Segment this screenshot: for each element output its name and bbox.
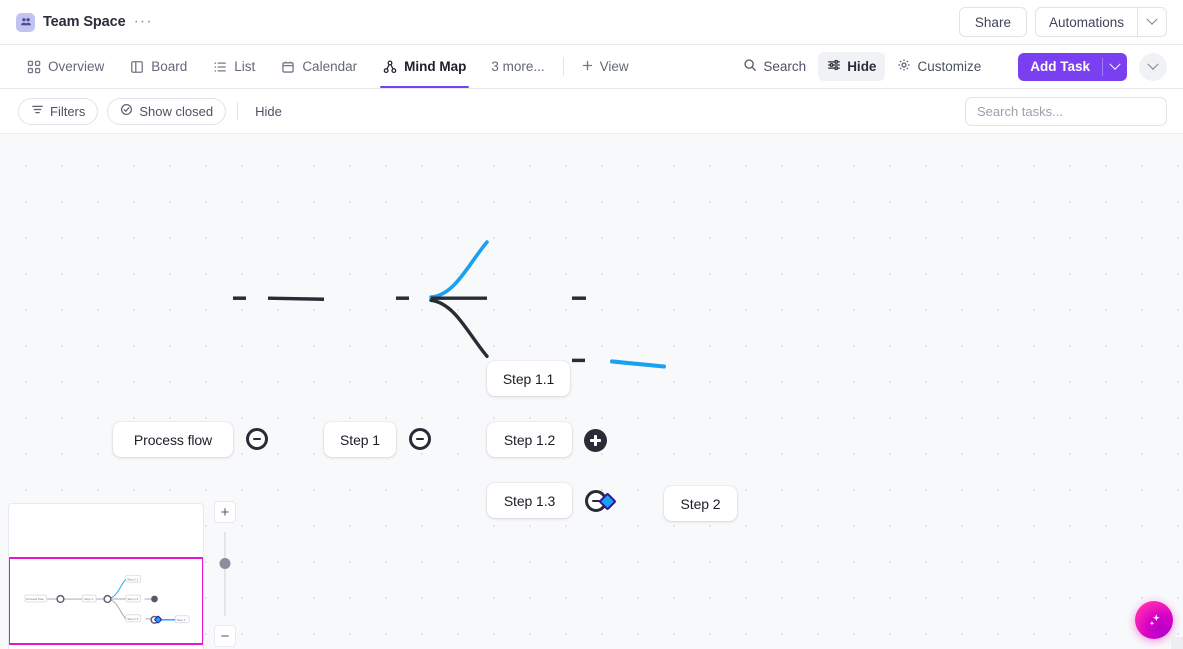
calendar-icon bbox=[281, 60, 295, 74]
app-window: Team Space ··· Share Automations Overvie… bbox=[0, 0, 1183, 649]
filter-icon bbox=[31, 103, 44, 119]
top-bar-actions: Share Automations bbox=[958, 7, 1167, 37]
minimap-controls: Process flow Step 1 Step 1.1 Step 1.2 St… bbox=[8, 501, 236, 649]
add-task-button[interactable]: Add Task bbox=[1018, 53, 1102, 81]
minus-icon bbox=[253, 437, 261, 441]
hide-fields-button[interactable]: Hide bbox=[818, 52, 886, 81]
minimap-viewport[interactable] bbox=[9, 557, 203, 645]
more-views-button[interactable]: 3 more... bbox=[479, 45, 556, 88]
tab-overview[interactable]: Overview bbox=[14, 45, 117, 88]
nav-divider bbox=[562, 57, 564, 76]
minus-icon bbox=[416, 437, 424, 441]
node-label: Step 1 bbox=[340, 431, 380, 448]
tab-label: Mind Map bbox=[404, 59, 467, 74]
customize-button[interactable]: Customize bbox=[888, 52, 990, 81]
top-bar: Team Space ··· Share Automations bbox=[0, 0, 1183, 45]
mind-map-canvas[interactable]: Process flow Step 1 Step 1.1 Step 1.2 St… bbox=[0, 134, 1183, 649]
automations-button[interactable]: Automations bbox=[1036, 8, 1137, 36]
add-task-button-group: Add Task bbox=[1018, 52, 1127, 81]
zoom-out-button[interactable]: − bbox=[214, 625, 236, 647]
mindmap-node-step-2[interactable]: Step 2 bbox=[664, 486, 737, 521]
share-button[interactable]: Share bbox=[958, 7, 1027, 37]
tab-calendar[interactable]: Calendar bbox=[268, 45, 370, 88]
filters-button[interactable]: Filters bbox=[18, 97, 99, 125]
tab-mind-map[interactable]: Mind Map bbox=[370, 45, 479, 88]
tab-list[interactable]: List bbox=[200, 45, 268, 88]
sparkle-icon bbox=[1149, 613, 1160, 626]
ai-assistant-button[interactable] bbox=[1135, 601, 1173, 639]
add-child-node-button-step-1-2[interactable] bbox=[584, 429, 607, 452]
view-nav-bar: Overview Board List Calendar Mind Map 3 … bbox=[0, 45, 1183, 89]
tab-label: Overview bbox=[48, 59, 105, 74]
customize-label: Customize bbox=[917, 59, 982, 74]
toolbar-hide-button[interactable]: Hide bbox=[249, 100, 288, 123]
search-button[interactable]: Search bbox=[734, 52, 815, 81]
add-view-label: View bbox=[599, 59, 629, 74]
automations-chevron-down-icon[interactable] bbox=[1137, 8, 1166, 36]
add-view-button[interactable]: View bbox=[570, 45, 640, 88]
scroll-corner bbox=[1171, 637, 1183, 649]
collapse-toggle-root[interactable] bbox=[246, 428, 268, 450]
team-space-icon bbox=[16, 12, 35, 32]
minimap[interactable]: Process flow Step 1 Step 1.1 Step 1.2 St… bbox=[8, 503, 204, 649]
tab-board[interactable]: Board bbox=[117, 45, 200, 88]
automations-button-group: Automations bbox=[1034, 7, 1167, 37]
page-title: Team Space bbox=[43, 14, 126, 30]
node-label: Step 1.3 bbox=[503, 492, 556, 509]
zoom-controls: + − bbox=[214, 501, 236, 649]
plus-icon bbox=[581, 59, 594, 75]
search-tasks-input[interactable] bbox=[965, 96, 1167, 126]
show-closed-label: Show closed bbox=[139, 103, 214, 119]
zoom-in-button[interactable]: + bbox=[214, 501, 236, 523]
search-label: Search bbox=[763, 59, 807, 74]
list-icon bbox=[213, 60, 227, 74]
grid-icon bbox=[27, 60, 41, 74]
node-label: Step 1.1 bbox=[502, 370, 555, 387]
show-closed-button[interactable]: Show closed bbox=[107, 97, 227, 125]
view-tabs: Overview Board List Calendar Mind Map 3 … bbox=[14, 45, 640, 88]
hide-label: Hide bbox=[847, 59, 877, 74]
check-circle-icon bbox=[120, 103, 133, 119]
add-task-chevron-down-icon[interactable] bbox=[1103, 53, 1127, 81]
mindmap-node-root[interactable]: Process flow bbox=[113, 422, 233, 457]
mindmap-node-step-1-1[interactable]: Step 1.1 bbox=[487, 361, 570, 396]
tab-label: Board bbox=[151, 59, 188, 74]
sliders-icon bbox=[827, 58, 841, 75]
mindmap-node-step-1[interactable]: Step 1 bbox=[324, 422, 396, 457]
board-icon bbox=[130, 60, 144, 74]
nav-actions: Search Hide Customize Add Task bbox=[734, 45, 1167, 88]
mindmap-node-step-1-3[interactable]: Step 1.3 bbox=[487, 483, 572, 518]
node-label: Process flow bbox=[133, 431, 213, 448]
nav-overflow-button[interactable] bbox=[1139, 52, 1167, 81]
node-label: Step 1.2 bbox=[503, 431, 556, 448]
mindmap-icon bbox=[383, 60, 397, 74]
filters-label: Filters bbox=[50, 103, 86, 119]
filters-toolbar: Filters Show closed Hide bbox=[0, 89, 1183, 134]
node-label: Step 2 bbox=[680, 495, 721, 512]
mindmap-node-step-1-2[interactable]: Step 1.2 bbox=[487, 422, 572, 457]
gear-icon bbox=[897, 58, 911, 75]
toolbar-divider bbox=[237, 102, 239, 120]
collapse-toggle-step-1[interactable] bbox=[409, 428, 431, 450]
zoom-slider-thumb[interactable] bbox=[219, 558, 231, 569]
zoom-slider-track[interactable] bbox=[219, 532, 231, 616]
search-icon bbox=[743, 58, 757, 75]
tab-label: List bbox=[234, 59, 256, 74]
tab-label: Calendar bbox=[302, 59, 358, 74]
space-overflow-menu[interactable]: ··· bbox=[130, 14, 157, 30]
space-breadcrumb[interactable]: Team Space bbox=[12, 10, 130, 35]
